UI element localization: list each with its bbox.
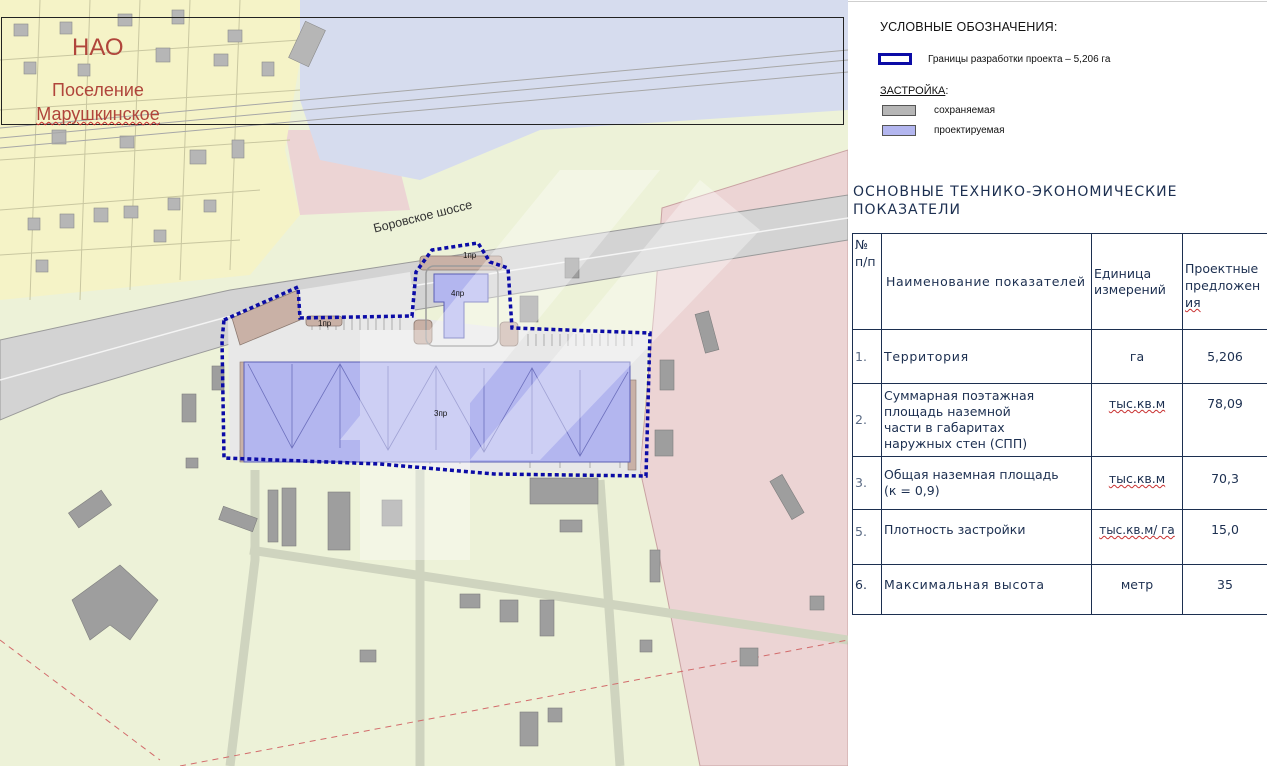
- indicators-title: ОСНОВНЫЕ ТЕХНИКО-ЭКОНОМИЧЕСКИЕ ПОКАЗАТЕЛ…: [853, 184, 1178, 218]
- header-value-line1: Проектные: [1185, 261, 1259, 276]
- row-name-line2: (к = 0,9): [884, 483, 940, 498]
- building-label-4np: 4пр: [451, 289, 465, 298]
- table-row: 1. Территория га 5,206: [852, 329, 1267, 384]
- row-num: 1.: [852, 329, 882, 384]
- settlement-label: Поселение Марушкинское: [30, 78, 166, 126]
- project-border-label: Границы разработки проекта – 5,206 га: [928, 53, 1111, 65]
- development-heading-colon: :: [945, 85, 949, 97]
- row-unit-text: тыс.кв.м: [1108, 471, 1166, 486]
- legend-title: УСЛОВНЫЕ ОБОЗНАЧЕНИЯ:: [880, 20, 1058, 34]
- row-unit: тыс.кв.м/ га: [1091, 509, 1183, 565]
- legend: УСЛОВНЫЕ ОБОЗНАЧЕНИЯ: Границы разработки…: [878, 20, 1260, 136]
- table-row: 5. Плотность застройки тыс.кв.м/ га 15,0: [852, 509, 1267, 565]
- row-num: 3.: [852, 456, 882, 510]
- header-num-line1: №: [855, 237, 869, 252]
- header-value-line2: предложен: [1185, 278, 1261, 293]
- building-label-3np: 3пр: [434, 409, 448, 418]
- row-num: 2.: [852, 383, 882, 457]
- planned-swatch: [882, 125, 916, 136]
- kept-label: сохраняемая: [934, 105, 996, 116]
- building-label-1np-west: 1пр: [318, 319, 332, 328]
- row-unit: тыс.кв.м: [1091, 456, 1183, 510]
- planned-label: проектируемая: [934, 125, 1005, 136]
- header-num: № п/п: [852, 233, 882, 330]
- row-unit: га: [1091, 329, 1183, 384]
- project-border-swatch: [878, 53, 912, 65]
- row-unit-text: тыс.кв.м/ га: [1099, 523, 1175, 537]
- row-unit: тыс.кв.м: [1091, 383, 1183, 457]
- row-name-line4: наружных стен (СПП): [884, 436, 1028, 451]
- indicators-table: № п/п Наименование показателей Единица и…: [852, 233, 1267, 615]
- row-name-line3: части в габаритах: [884, 420, 1005, 435]
- header-value-line3: ия: [1185, 295, 1201, 310]
- row-name-line1: Суммарная поэтажная: [884, 388, 1035, 403]
- row-value: 5,206: [1182, 329, 1267, 384]
- table-row: 6. Максимальная высота метр 35: [852, 564, 1267, 615]
- development-heading-text: ЗАСТРОЙКА: [880, 85, 946, 97]
- row-value: 15,0: [1182, 509, 1267, 565]
- table-row: 2. Суммарная поэтажная площадь наземной …: [852, 383, 1267, 457]
- row-value: 70,3: [1182, 456, 1267, 510]
- legend-row-planned: проектируемая: [882, 125, 1005, 136]
- row-name: Общая наземная площадь (к = 0,9): [881, 456, 1092, 510]
- row-unit-text: тыс.кв.м: [1108, 396, 1166, 411]
- table-row: 3. Общая наземная площадь (к = 0,9) тыс.…: [852, 456, 1267, 510]
- header-name: Наименование показателей: [881, 233, 1092, 330]
- settlement-line2: Марушкинское: [36, 104, 160, 124]
- row-name: Максимальная высота: [881, 564, 1092, 615]
- row-name-line2: площадь наземной: [884, 404, 1011, 419]
- row-name: Суммарная поэтажная площадь наземной час…: [881, 383, 1092, 457]
- row-unit: метр: [1091, 564, 1183, 615]
- header-value: Проектные предложен ия: [1182, 233, 1267, 330]
- row-num: 6.: [852, 564, 882, 615]
- header-unit: Единица измерений: [1091, 233, 1183, 330]
- legend-row-border: Границы разработки проекта – 5,206 га: [878, 53, 1110, 65]
- kept-swatch: [882, 105, 916, 116]
- district-label: НАО: [72, 34, 124, 61]
- map-panel[interactable]: НАО Поселение Марушкинское Боровское шос…: [0, 0, 848, 766]
- row-name: Плотность застройки: [881, 509, 1092, 565]
- row-value: 35: [1182, 564, 1267, 615]
- building-label-1np-north: 1пр: [463, 251, 477, 260]
- row-value: 78,09: [1182, 383, 1267, 457]
- header-num-line2: п/п: [855, 254, 876, 269]
- row-num: 5.: [852, 509, 882, 565]
- row-name: Территория: [881, 329, 1092, 384]
- settlement-line1: Поселение: [52, 80, 144, 100]
- row-name-line1: Общая наземная площадь: [884, 467, 1059, 482]
- development-heading: ЗАСТРОЙКА:: [880, 85, 948, 97]
- legend-row-kept: сохраняемая: [882, 105, 995, 116]
- table-header-row: № п/п Наименование показателей Единица и…: [852, 233, 1267, 330]
